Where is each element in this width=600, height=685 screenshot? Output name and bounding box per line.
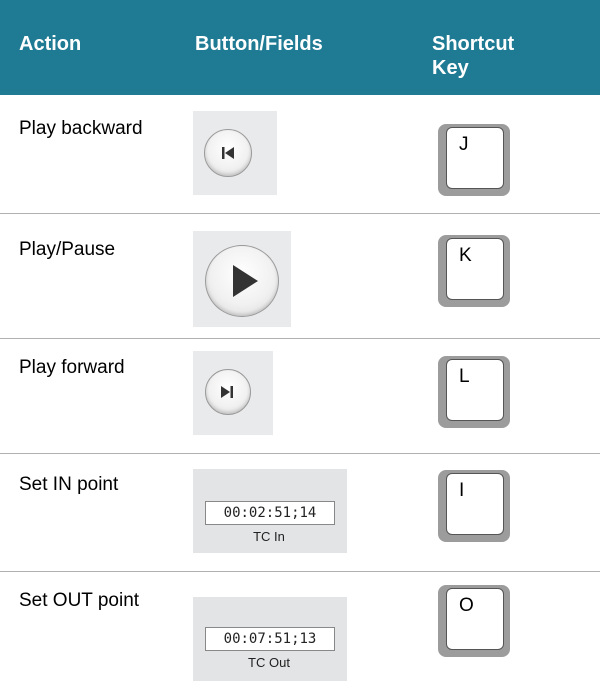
play-icon [233, 265, 258, 297]
key-cap: J [459, 134, 469, 155]
button-area [193, 351, 273, 435]
key-cap: K [459, 245, 472, 266]
table-row: Play backward J [0, 95, 600, 214]
tc-in-label: TC In [253, 529, 285, 544]
skip-forward-icon [221, 386, 233, 398]
header-action: Action [19, 33, 82, 55]
table-row: Set OUT point 00:07:51;13 TC Out O [0, 571, 600, 684]
tc-in-field[interactable]: 00:02:51;14 [205, 501, 335, 525]
tc-out-field[interactable]: 00:07:51;13 [205, 627, 335, 651]
table-header: Action Button/Fields Shortcut Key [0, 0, 600, 95]
header-button-fields: Button/Fields [195, 33, 323, 55]
header-shortcut-key: Shortcut Key [432, 33, 515, 79]
key-l: L [438, 356, 510, 428]
button-area [193, 111, 277, 195]
key-cap: I [459, 480, 465, 501]
table-row: Set IN point 00:02:51;14 TC In I [0, 453, 600, 572]
skip-back-button[interactable] [204, 129, 252, 177]
action-label: Set IN point [19, 474, 119, 495]
skip-forward-button[interactable] [205, 369, 251, 415]
key-o: O [438, 585, 510, 657]
timecode-area: 00:02:51;14 TC In [193, 469, 347, 553]
key-cap: L [459, 366, 470, 387]
action-label: Play/Pause [19, 239, 116, 260]
tc-out-label: TC Out [248, 655, 290, 670]
button-area [193, 231, 291, 327]
play-pause-button[interactable] [205, 245, 279, 317]
table-row: Play forward L [0, 338, 600, 454]
timecode-area: 00:07:51;13 TC Out [193, 597, 347, 681]
skip-back-icon [222, 147, 234, 159]
key-k: K [438, 235, 510, 307]
key-j: J [438, 124, 510, 196]
action-label: Set OUT point [19, 590, 140, 611]
key-i: I [438, 470, 510, 542]
table-row: Play/Pause K [0, 213, 600, 339]
action-label: Play forward [19, 357, 125, 378]
key-cap: O [459, 595, 474, 616]
action-label: Play backward [19, 118, 143, 139]
